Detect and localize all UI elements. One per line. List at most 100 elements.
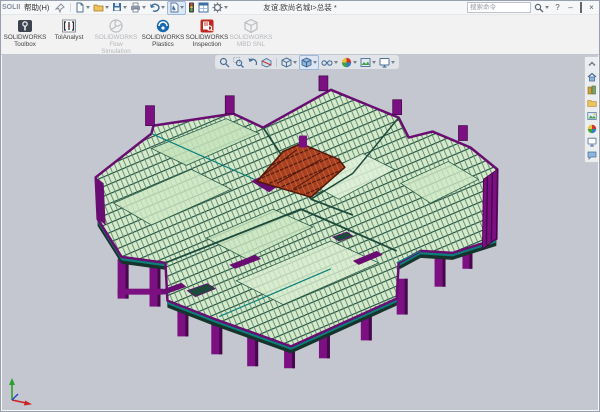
file-explorer-icon[interactable] [587, 98, 597, 108]
hide-show-glasses-icon [321, 57, 333, 68]
custom-properties-icon[interactable] [587, 137, 597, 147]
section-view-icon [261, 57, 272, 68]
new-button[interactable] [74, 2, 91, 14]
gear-icon [212, 2, 223, 13]
save-button[interactable] [111, 2, 128, 14]
solidworks-toolbox-icon [3, 18, 47, 35]
graphics-viewport[interactable] [2, 54, 598, 410]
view-palette-icon[interactable] [587, 111, 597, 121]
chevron-down-icon [391, 61, 395, 64]
options-button[interactable] [211, 2, 229, 14]
ribbon-addin-solidworks-toolbox[interactable]: SOLIDWORKSToolbox [3, 15, 47, 49]
command-manager-ribbon: SOLIDWORKSToolbox TolAnalyst SOLIDWORKSF… [1, 15, 599, 55]
quick-access-toolbar [74, 1, 229, 15]
chevron-down-icon [224, 6, 228, 9]
previous-view-button[interactable] [246, 56, 259, 69]
zoom-to-area-icon [233, 57, 244, 68]
solidworks-inspection-icon [185, 18, 229, 35]
zoom-to-area-button[interactable] [232, 56, 245, 69]
select-button[interactable] [167, 1, 186, 15]
chevron-down-icon [334, 61, 338, 64]
model-beam[interactable] [118, 289, 164, 295]
zoom-to-fit-button[interactable] [218, 56, 231, 69]
collapse-chevron-icon[interactable] [587, 59, 597, 69]
view-settings-monitor-icon [379, 57, 390, 68]
task-pane-strip [584, 56, 598, 163]
file-properties-icon [198, 2, 209, 13]
undo-icon [149, 2, 160, 13]
file-properties-button[interactable] [197, 2, 210, 14]
open-icon [93, 2, 104, 13]
reference-triad [4, 374, 34, 406]
flow-simulation-icon [91, 18, 141, 35]
solidworks-logo: SOLIDWORKS [1, 4, 20, 11]
chevron-down-icon [293, 61, 297, 64]
model-viewport[interactable] [2, 54, 598, 410]
ribbon-addin-flow-simulation: SOLIDWORKSFlowSimulation [91, 15, 141, 55]
help-button[interactable]: ? [552, 2, 563, 13]
display-style-button[interactable] [299, 55, 319, 70]
headsup-view-toolbar [215, 55, 399, 69]
restore-icon [580, 2, 582, 13]
print-icon [130, 2, 141, 13]
search-input[interactable] [467, 2, 531, 13]
chevron-down-icon [372, 61, 376, 64]
tolanalyst-icon [47, 18, 91, 35]
appearances-scenes-icon[interactable] [587, 124, 597, 134]
open-button[interactable] [92, 2, 110, 14]
toolbar-separator [70, 3, 71, 12]
menu-help[interactable]: 帮助(H) [20, 2, 53, 13]
save-icon [112, 2, 122, 13]
solidworks-plastics-icon [141, 18, 185, 35]
new-icon [75, 2, 85, 13]
titlebar-right-controls: ? – × [467, 2, 599, 13]
design-library-icon[interactable] [587, 85, 597, 95]
ribbon-addin-mbd-snl: SOLIDWORKSMBD SNL [229, 15, 273, 49]
chevron-down-icon [123, 6, 127, 9]
rebuild-button[interactable] [187, 2, 196, 14]
apply-scene-button[interactable] [359, 56, 377, 69]
restore-button[interactable] [578, 3, 584, 12]
rebuild-traffic-light-icon [188, 2, 195, 13]
view-orientation-cube-icon [281, 57, 292, 68]
ribbon-addin-plastics[interactable]: SOLIDWORKSPlastics [141, 15, 185, 49]
triad-z-axis [12, 394, 18, 400]
chevron-down-icon [105, 6, 109, 9]
forum-icon[interactable] [587, 150, 597, 160]
minimize-button[interactable]: – [565, 2, 576, 13]
search-button[interactable] [533, 2, 550, 13]
display-style-icon [301, 57, 312, 68]
chevron-down-icon [142, 6, 146, 9]
close-button[interactable]: × [586, 2, 597, 13]
pin-menu-icon[interactable] [55, 3, 65, 13]
hide-show-items-button[interactable] [320, 56, 339, 69]
edit-appearance-ball-icon [341, 57, 352, 68]
print-button[interactable] [129, 2, 147, 14]
chevron-down-icon [86, 6, 90, 9]
chevron-down-icon [545, 6, 549, 9]
previous-view-icon [247, 57, 258, 68]
solidworks-resources-icon[interactable] [587, 72, 597, 82]
chevron-down-icon [353, 61, 357, 64]
triad-y-axis [9, 378, 15, 400]
chevron-down-icon [180, 6, 184, 9]
triad-x-axis [12, 400, 32, 406]
view-settings-button[interactable] [378, 56, 396, 69]
view-orientation-button[interactable] [280, 56, 298, 69]
ribbon-addin-tolanalyst[interactable]: TolAnalyst [47, 15, 91, 42]
title-bar: SOLIDWORKS 帮助(H) [1, 1, 599, 15]
chevron-down-icon [161, 6, 165, 9]
solidworks-window: SOLIDWORKS 帮助(H) [0, 0, 600, 412]
search-icon [534, 3, 544, 13]
formwork-model[interactable] [96, 76, 498, 368]
ribbon-addin-inspection[interactable]: SOLIDWORKSInspection [185, 15, 229, 49]
toolbar-separator [276, 58, 277, 67]
solidworks-mbd-icon [229, 18, 273, 35]
edit-appearance-button[interactable] [340, 56, 358, 69]
select-icon [169, 2, 179, 13]
zoom-to-fit-icon [219, 57, 230, 68]
undo-button[interactable] [148, 2, 166, 14]
apply-scene-icon [360, 57, 371, 68]
section-view-button[interactable] [260, 56, 273, 69]
chevron-down-icon [313, 61, 317, 64]
